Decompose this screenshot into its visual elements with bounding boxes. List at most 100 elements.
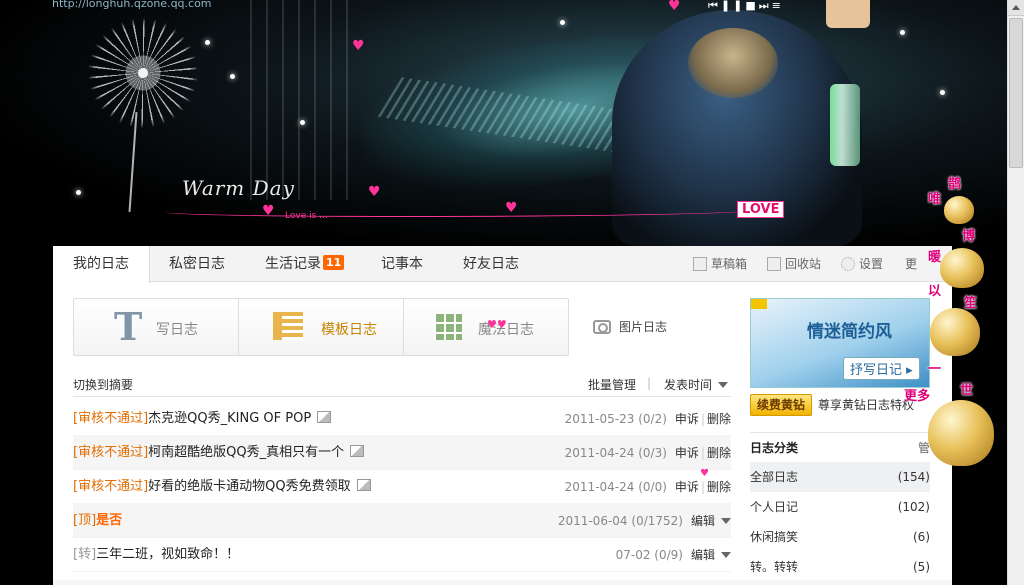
gear-icon xyxy=(841,257,855,271)
promo-headline: 情迷简约风 xyxy=(807,322,892,342)
heart-icon: ♥ xyxy=(352,38,365,54)
template-blog-button[interactable]: 模板日志 xyxy=(239,299,404,355)
music-player-controls[interactable]: ⏮❚❚■⏭≡ xyxy=(708,0,784,13)
overlay-more-link[interactable]: 更多 xyxy=(904,385,930,404)
row-stats: (0/9) xyxy=(654,548,683,562)
batch-manage-link[interactable]: 批量管理 xyxy=(588,376,636,393)
appeal-link[interactable]: 申诉 xyxy=(675,412,699,426)
scroll-up-icon[interactable] xyxy=(1008,0,1024,16)
heart-icon: ♥♥ xyxy=(487,318,507,331)
blog-row: [审核不通过]柯南超酷绝版QQ秀_真相只有一个 2011-04-24 (0/3)… xyxy=(73,436,731,470)
vip-desc-link[interactable]: 尊享黄钻日志特权 xyxy=(818,398,914,412)
row-tag: [顶] xyxy=(73,513,97,528)
tab-private-blog[interactable]: 私密日志 xyxy=(149,246,245,282)
dandelion-graphic xyxy=(88,18,198,128)
header-banner: http://longhuh.qzone.qq.com ⏮❚❚■⏭≡ ♥ ♥ W… xyxy=(0,0,1024,246)
row-tag: [转] xyxy=(73,547,97,562)
overlay-char: 以 xyxy=(928,284,942,299)
caret-down-icon[interactable] xyxy=(721,518,731,524)
banner-can xyxy=(830,84,860,166)
row-date: 2011-04-24 xyxy=(564,446,635,460)
category-header: 日志分类 管 xyxy=(750,432,930,462)
gold-heart xyxy=(930,308,980,356)
blog-row: [转]三年二班，视如致命！！ 07-02 (0/9) 编辑 xyxy=(73,538,731,572)
overlay-char: 笙 xyxy=(964,296,978,311)
row-tag: [审核不通过] xyxy=(73,411,149,426)
promo-banner[interactable]: 情迷简约风 抒写日记 ▸ xyxy=(750,298,930,388)
category-item[interactable]: 转。转转 (5) xyxy=(750,552,930,582)
row-date: 2011-06-04 xyxy=(557,514,628,528)
gold-heart xyxy=(940,248,984,288)
sidebar: 情迷简约风 抒写日记 ▸ 续费黄钻 尊享黄钻日志特权 日志分类 管 全部日志 (15… xyxy=(750,298,930,582)
write-blog-button[interactable]: T 写日志 xyxy=(74,299,239,355)
row-title-link[interactable]: 杰克逊QQ秀_KING OF POP xyxy=(148,411,311,426)
space-url[interactable]: http://longhuh.qzone.qq.com xyxy=(52,0,212,10)
blog-row: [顶]是否 2011-06-04 (0/1752) 编辑 xyxy=(73,504,731,538)
row-stats: (0/1752) xyxy=(631,514,683,528)
tab-notebook[interactable]: 记事本 xyxy=(361,246,443,282)
sparkle xyxy=(230,74,235,79)
banner-light-streaks xyxy=(250,0,360,200)
row-title-link[interactable]: 是否 xyxy=(96,513,122,528)
recycle-bin-button[interactable]: 回收站 xyxy=(767,246,821,282)
heart-icon: ♥ xyxy=(262,203,275,219)
camera-icon xyxy=(593,320,611,334)
heart-icon: ♥ xyxy=(368,184,381,200)
sparkle xyxy=(205,40,210,45)
switch-summary-link[interactable]: 切换到摘要 xyxy=(73,376,133,393)
row-title-link[interactable]: 好看的绝版卡通动物QQ秀免费领取 xyxy=(148,479,350,494)
drafts-icon xyxy=(693,257,707,271)
settings-button[interactable]: 设置 xyxy=(841,246,883,282)
renew-vip-button[interactable]: 续费黄钻 xyxy=(750,394,813,416)
appeal-link[interactable]: 申诉 xyxy=(675,480,699,494)
banner-chair xyxy=(826,0,870,28)
row-stats: (0/2) xyxy=(638,412,667,426)
delete-link[interactable]: 删除 xyxy=(707,412,731,426)
overlay-char: 博 xyxy=(962,229,976,244)
edit-link[interactable]: 编辑 xyxy=(691,514,715,528)
category-item[interactable]: 全部日志 (154) xyxy=(750,462,930,492)
heart-icon: ♥ xyxy=(505,200,518,216)
blog-row: [审核不通过]杰克逊QQ秀_KING OF POP 2011-05-23 (0/… xyxy=(73,402,731,436)
overlay-char: 唯 xyxy=(928,192,942,207)
heart-icon: ♥ xyxy=(700,468,709,479)
category-item[interactable]: 休闲搞笑 (6) xyxy=(750,522,930,552)
sparkle xyxy=(76,190,81,195)
overlay-char: 鹊 xyxy=(948,177,962,192)
grid-icon xyxy=(434,312,462,340)
drafts-button[interactable]: 草稿箱 xyxy=(693,246,747,282)
promo-write-button[interactable]: 抒写日记 ▸ xyxy=(843,357,920,380)
tab-my-blog[interactable]: 我的日志 xyxy=(53,246,150,283)
row-title-link[interactable]: 柯南超酷绝版QQ秀_真相只有一个 xyxy=(148,445,344,460)
sort-dropdown[interactable]: 发表时间 xyxy=(664,376,729,393)
tab-life-records[interactable]: 生活记录 11 xyxy=(245,246,364,282)
category-item[interactable]: 个人日记 (102) xyxy=(750,492,930,522)
edit-link[interactable]: 编辑 xyxy=(691,548,715,562)
overlay-char: 暖 xyxy=(928,250,942,265)
tab-friends-blog[interactable]: 好友日志 xyxy=(443,246,539,282)
vip-ring-icon xyxy=(751,299,767,309)
divider: | xyxy=(700,480,705,494)
banner-figure-hair xyxy=(688,28,778,98)
overlay-char: 世 xyxy=(960,383,974,398)
delete-link[interactable]: 删除 xyxy=(707,480,731,494)
overlay-char: 一 xyxy=(928,362,942,377)
banner-love-is: Love is ... xyxy=(285,211,328,221)
sparkle xyxy=(900,30,905,35)
row-title-link[interactable]: 三年二班，视如致命！！ xyxy=(96,547,239,562)
gold-heart xyxy=(944,196,974,224)
row-date: 2011-05-23 xyxy=(564,412,635,426)
picture-icon xyxy=(317,411,332,423)
vertical-scrollbar[interactable] xyxy=(1007,0,1024,585)
sparkle xyxy=(940,90,945,95)
caret-down-icon[interactable] xyxy=(721,552,731,558)
appeal-link[interactable]: 申诉 xyxy=(675,446,699,460)
panel-bottom-edge xyxy=(53,580,952,585)
blog-list: [审核不通过]杰克逊QQ秀_KING OF POP 2011-05-23 (0/… xyxy=(73,402,731,572)
sparkle xyxy=(300,120,305,125)
scroll-thumb[interactable] xyxy=(1009,18,1023,168)
trash-icon xyxy=(767,257,781,271)
photo-blog-button[interactable]: 图片日志 xyxy=(593,318,667,335)
delete-link[interactable]: 删除 xyxy=(707,446,731,460)
more-button[interactable]: 更 xyxy=(905,246,917,282)
